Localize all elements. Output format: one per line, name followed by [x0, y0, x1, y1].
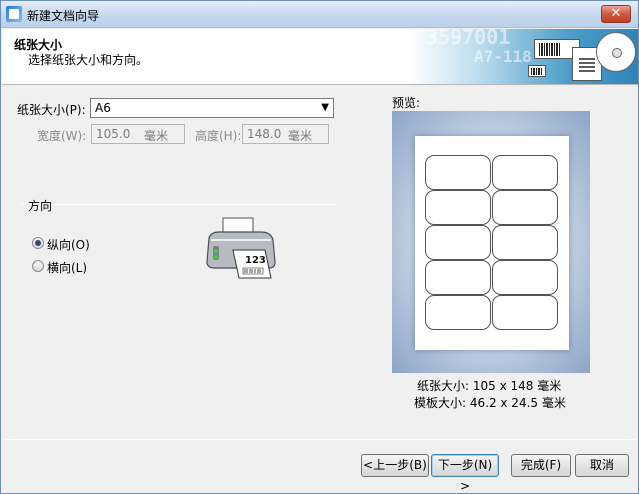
cancel-button[interactable]: 取消	[575, 454, 629, 477]
wizard-window: 新建文档向导 ✕ 纸张大小 选择纸张大小和方向。 3597001 A7-118 …	[0, 0, 639, 494]
paper-size-value: A6	[95, 101, 111, 115]
window-title: 新建文档向导	[27, 9, 100, 23]
height-field: 148.0 毫米	[242, 124, 329, 144]
landscape-radio[interactable]	[32, 260, 44, 272]
printer-label-text: 123	[245, 255, 266, 266]
close-icon: ✕	[610, 6, 622, 21]
preview-label-cell	[425, 295, 491, 330]
header-banner-image: 3597001 A7-118	[410, 29, 638, 84]
preview-label: 预览:	[392, 96, 421, 110]
portrait-radio[interactable]	[32, 237, 44, 249]
preview-paper-size-text: 纸张大小: 105 x 148 毫米	[417, 379, 562, 393]
small-barcode-icon	[528, 65, 546, 77]
finish-button[interactable]: 完成(F)	[511, 454, 571, 477]
width-label: 宽度(W):	[37, 129, 87, 143]
disc-label-icon	[596, 32, 636, 72]
width-field: 105.0 毫米	[91, 124, 185, 144]
height-label: 高度(H):	[195, 129, 242, 143]
back-button[interactable]: <上一步(B)	[361, 454, 429, 477]
orientation-group-title: 方向	[25, 197, 56, 214]
paper-size-dropdown[interactable]: A6 ▼	[90, 98, 334, 118]
button-bar-divider	[5, 439, 635, 440]
height-unit: 毫米	[287, 129, 312, 143]
width-value: 105.0	[96, 127, 131, 141]
preview-template-size-text: 模板大小: 46.2 x 24.5 毫米	[414, 396, 566, 410]
banner-number-1: 3597001	[426, 29, 511, 49]
portrait-label[interactable]: 纵向(O)	[47, 236, 90, 253]
preview-label-cell	[492, 190, 558, 225]
landscape-label[interactable]: 横向(L)	[47, 259, 87, 276]
chevron-down-icon: ▼	[321, 102, 329, 113]
preview-label-cell	[425, 190, 491, 225]
orientation-group-divider	[21, 204, 337, 205]
preview-paper	[415, 136, 569, 350]
height-value: 148.0	[247, 127, 282, 141]
close-button[interactable]: ✕	[601, 5, 631, 23]
preview-label-cell	[492, 295, 558, 330]
printer-icon: 123	[206, 217, 276, 279]
page-subtitle: 选择纸张大小和方向。	[28, 53, 149, 67]
preview-panel	[392, 111, 590, 373]
preview-label-cell	[492, 225, 558, 260]
title-bar[interactable]: 新建文档向导 ✕	[1, 1, 638, 28]
next-button[interactable]: 下一步(N) >	[431, 454, 499, 493]
wizard-app-icon	[6, 6, 22, 22]
wizard-header: 纸张大小 选择纸张大小和方向。 3597001 A7-118	[2, 29, 638, 85]
preview-label-cell	[425, 260, 491, 295]
preview-label-cell	[425, 225, 491, 260]
paper-size-label: 纸张大小(P):	[17, 103, 86, 117]
banner-number-2: A7-118	[474, 47, 532, 66]
preview-label-cell	[492, 260, 558, 295]
preview-label-cell	[492, 155, 558, 190]
preview-label-cell	[425, 155, 491, 190]
width-unit: 毫米	[143, 129, 168, 143]
